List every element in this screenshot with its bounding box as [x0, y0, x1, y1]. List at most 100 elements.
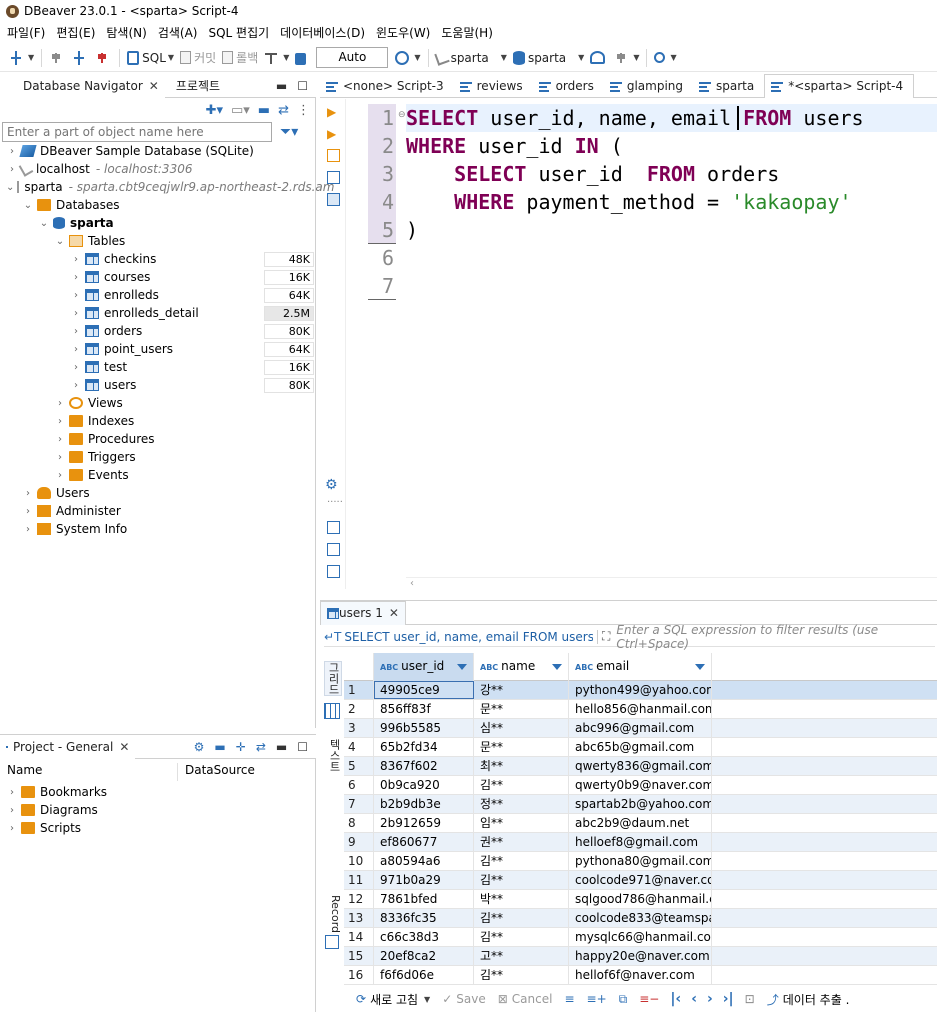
- sort-icon[interactable]: [695, 664, 705, 670]
- cell[interactable]: b2b9db3e: [374, 795, 474, 813]
- lock-button[interactable]: [292, 47, 312, 69]
- connect-button[interactable]: [46, 47, 69, 69]
- copy-row-button[interactable]: ⧉: [613, 992, 634, 1007]
- grid-view-tab[interactable]: 그리드: [324, 661, 342, 696]
- project-item-bookmarks[interactable]: › Bookmarks: [0, 783, 107, 801]
- new-connection-icon[interactable]: ✚▾: [206, 103, 223, 118]
- menu-help[interactable]: 도움말(H): [438, 24, 501, 41]
- chevron-right-icon[interactable]: ›: [70, 380, 82, 391]
- cell[interactable]: 996b5585: [374, 719, 474, 737]
- cell[interactable]: 8367f602: [374, 757, 474, 775]
- commit-button[interactable]: 커밋: [177, 47, 219, 69]
- table-row[interactable]: 1 49905ce9 강** python499@yahoo.com: [344, 681, 937, 700]
- export-script-icon[interactable]: [327, 521, 340, 534]
- code-line[interactable]: WHERE user_id IN (: [406, 132, 937, 160]
- cell[interactable]: 49905ce9: [374, 681, 474, 699]
- more-icon[interactable]: ·····: [327, 497, 343, 510]
- transaction-mode-button[interactable]: ▼: [261, 47, 292, 69]
- cell[interactable]: pythona80@gmail.com: [569, 852, 712, 870]
- cell[interactable]: 김**: [474, 966, 569, 984]
- navigator-filter-input[interactable]: [2, 122, 272, 142]
- code-line[interactable]: [406, 244, 937, 272]
- table-row[interactable]: 138336fc35김**coolcode833@teamsparta: [344, 909, 937, 928]
- first-page-icon[interactable]: |‹: [665, 991, 686, 1007]
- export-data-button[interactable]: ⤴ 데이터 추출 .: [761, 991, 856, 1008]
- cell[interactable]: hellof6f@naver.com: [569, 966, 712, 984]
- chevron-down-icon[interactable]: ⌄: [22, 200, 34, 211]
- close-icon[interactable]: ✕: [119, 740, 129, 754]
- chevron-right-icon[interactable]: ›: [70, 308, 82, 319]
- link-icon[interactable]: ⇄: [256, 740, 266, 754]
- record-icon[interactable]: [325, 935, 339, 949]
- tree-node-events[interactable]: › Events: [0, 466, 316, 484]
- maximize-icon[interactable]: ☐: [297, 79, 308, 93]
- delete-row-button[interactable]: ≡−: [633, 992, 665, 1006]
- cell[interactable]: f6f6d06e: [374, 966, 474, 984]
- maximize-icon[interactable]: ☐: [297, 740, 308, 754]
- tree-node-localhost[interactable]: › localhost - localhost:3306: [0, 160, 316, 178]
- chevron-right-icon[interactable]: ›: [6, 164, 18, 175]
- console-icon[interactable]: [327, 193, 340, 206]
- cell[interactable]: abc2b9@daum.net: [569, 814, 712, 832]
- chevron-right-icon[interactable]: ›: [6, 146, 18, 157]
- execute-script-icon[interactable]: [327, 149, 340, 162]
- table-row[interactable]: 6 0b9ca920 김** qwerty0b9@naver.com: [344, 776, 937, 795]
- cell[interactable]: 971b0a29: [374, 871, 474, 889]
- cell[interactable]: python499@yahoo.com: [569, 681, 712, 699]
- tree-node-table[interactable]: › orders 80K: [0, 322, 316, 340]
- chevron-right-icon[interactable]: ›: [70, 326, 82, 337]
- chevron-right-icon[interactable]: ›: [54, 470, 66, 481]
- cell[interactable]: 심**: [474, 719, 569, 737]
- fetch-all-icon[interactable]: ⊡: [739, 992, 761, 1006]
- dashboard-button[interactable]: [587, 47, 611, 69]
- tree-node-databases[interactable]: ⌄ Databases: [0, 196, 316, 214]
- tree-node-table[interactable]: › checkins 48K: [0, 250, 316, 268]
- cell[interactable]: qwerty0b9@naver.com: [569, 776, 712, 794]
- cell[interactable]: hello856@hanmail.com: [569, 700, 712, 718]
- editor-tab-script-4[interactable]: *<sparta> Script-4: [764, 73, 915, 98]
- table-row[interactable]: 3 996b5585 심** abc996@gmail.com: [344, 719, 937, 738]
- cell[interactable]: 김**: [474, 776, 569, 794]
- cell[interactable]: 김**: [474, 852, 569, 870]
- tree-node-sample-db[interactable]: › DBeaver Sample Database (SQLite): [0, 142, 316, 160]
- table-row[interactable]: 2 856ff83f 문** hello856@hanmail.com: [344, 700, 937, 719]
- edit-row-button[interactable]: ≡: [558, 992, 580, 1006]
- menu-search[interactable]: 검색(A): [155, 24, 206, 41]
- chevron-right-icon[interactable]: ›: [70, 344, 82, 355]
- chevron-down-icon[interactable]: ⌄: [38, 218, 50, 229]
- grid-icon[interactable]: [324, 703, 340, 719]
- save-button[interactable]: ✓ Save: [436, 992, 492, 1006]
- import-script-icon[interactable]: [327, 543, 340, 556]
- explain-plan-icon[interactable]: [327, 171, 340, 184]
- column-name[interactable]: Name: [0, 763, 178, 781]
- cell[interactable]: 김**: [474, 909, 569, 927]
- tree-node-db-sparta[interactable]: ⌄ sparta: [0, 214, 316, 232]
- project-item-diagrams[interactable]: › Diagrams: [0, 801, 107, 819]
- last-page-icon[interactable]: ›|: [718, 991, 739, 1007]
- cell[interactable]: spartab2b@yahoo.com: [569, 795, 712, 813]
- table-row[interactable]: 10 a80594a6 김** pythona80@gmail.com: [344, 852, 937, 871]
- menu-database[interactable]: 데이터베이스(D): [277, 24, 373, 41]
- cell[interactable]: 김**: [474, 928, 569, 946]
- tree-node-system-info[interactable]: › System Info: [0, 520, 316, 538]
- disconnect-button[interactable]: [92, 47, 115, 69]
- cell[interactable]: coolcode833@teamsparta: [569, 909, 712, 927]
- cell[interactable]: abc65b@gmail.com: [569, 738, 712, 756]
- chevron-right-icon[interactable]: ›: [6, 787, 18, 798]
- next-page-icon[interactable]: ›: [702, 991, 718, 1007]
- column-header-name[interactable]: ABC name: [474, 653, 569, 681]
- chevron-right-icon[interactable]: ›: [6, 823, 18, 834]
- cell[interactable]: 65b2fd34: [374, 738, 474, 756]
- column-header-email[interactable]: ABC email: [569, 653, 712, 681]
- tree-node-sparta-connection[interactable]: ⌄ sparta - sparta.cbt9ceqjwlr9.ap-northe…: [0, 178, 334, 196]
- schema-selector[interactable]: sparta ▼: [510, 47, 587, 69]
- cell[interactable]: ef860677: [374, 833, 474, 851]
- chevron-right-icon[interactable]: ›: [22, 524, 34, 535]
- editor-tab-glamping[interactable]: glamping: [604, 74, 693, 98]
- tab-database-navigator[interactable]: Database Navigator ✕: [0, 73, 165, 98]
- cell[interactable]: 7861bfed: [374, 890, 474, 908]
- auto-commit-combo[interactable]: Auto: [316, 47, 389, 68]
- cell[interactable]: a80594a6: [374, 852, 474, 870]
- tree-node-views[interactable]: › Views: [0, 394, 316, 412]
- tab-projects[interactable]: 프로젝트: [165, 74, 226, 98]
